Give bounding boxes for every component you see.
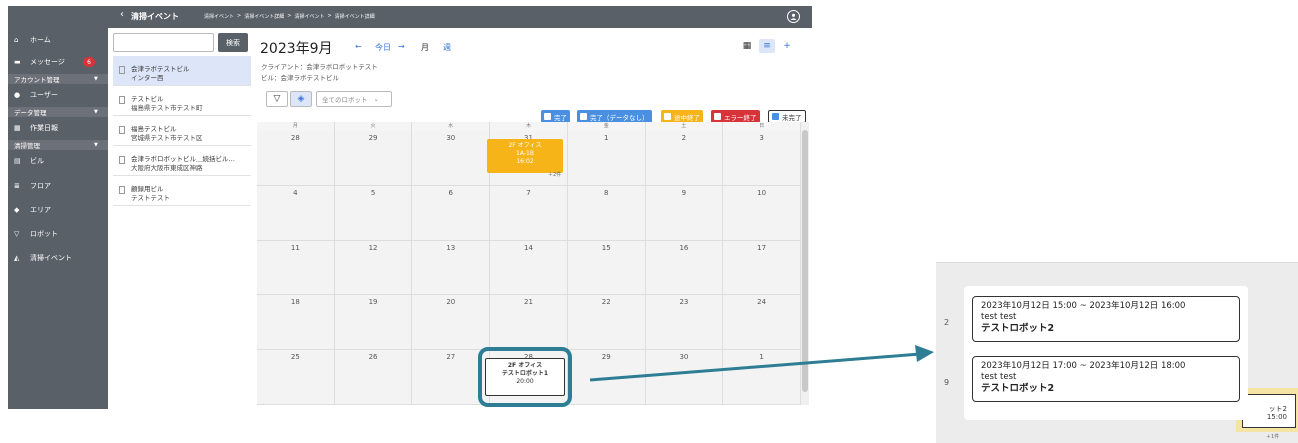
event-title: test test [981,312,1017,322]
event-card[interactable]: 2023年10月12日 15:00 ~ 2023年10月12日 16:00 te… [972,296,1240,342]
zoomed-popover-callout: 2 9 ット2 15:00 ＋1件 2023年10月12日 15:00 ~ 202… [936,262,1298,443]
event-title: test test [981,372,1017,382]
background-event-card: ット2 15:00 [1242,394,1296,428]
more-events-link[interactable]: ＋1件 [1266,433,1279,440]
event-popover: 2023年10月12日 15:00 ~ 2023年10月12日 16:00 te… [964,286,1248,420]
event-time-range: 2023年10月12日 15:00 ~ 2023年10月12日 16:00 [981,301,1186,311]
event-time: 15:00 [1266,413,1287,421]
event-robot: テストロボット2 [981,323,1055,334]
event-time-range: 2023年10月12日 17:00 ~ 2023年10月12日 18:00 [981,361,1186,371]
event-card[interactable]: 2023年10月12日 17:00 ~ 2023年10月12日 18:00 te… [972,356,1240,402]
event-robot: テストロボット2 [981,383,1055,394]
event-robot: ット2 [1268,405,1287,413]
